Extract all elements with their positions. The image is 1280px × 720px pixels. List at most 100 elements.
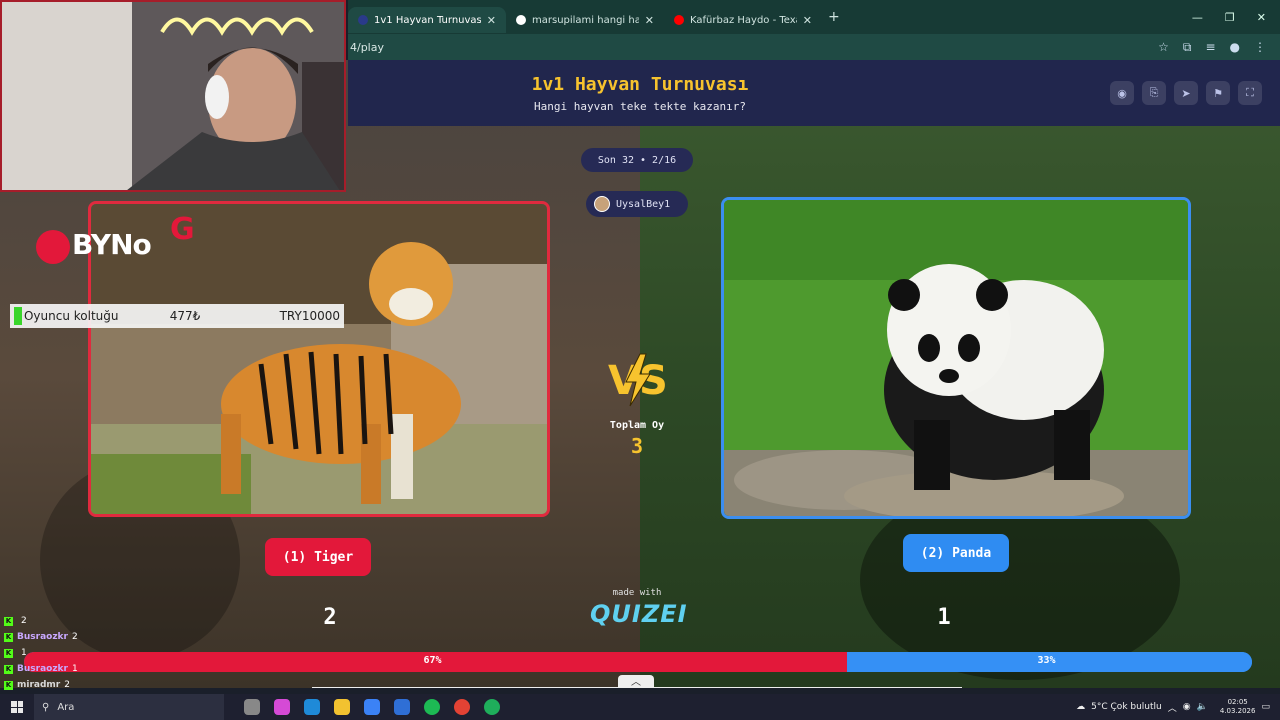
address-bar-icons: ☆ ⧉ ≡ ● ⋮ xyxy=(1158,40,1280,55)
search-placeholder: Ara xyxy=(57,701,75,713)
panda-image xyxy=(724,200,1188,516)
start-button[interactable] xyxy=(0,701,34,713)
fullscreen-icon[interactable]: ⛶ xyxy=(1238,81,1262,105)
edge-icon[interactable] xyxy=(304,699,320,715)
windows-taskbar: ⚲ Ara ☁ 5°C Çok bulutlu ︿ ◉ 🔈 02:05 4.03… xyxy=(0,694,1280,720)
address-bar: 4/play ☆ ⧉ ≡ ● ⋮ xyxy=(348,34,1280,60)
channel-logo: BYNo G xyxy=(36,200,206,270)
tab-title: 1v1 Hayvan Turnuvası - Tier Li xyxy=(374,14,481,26)
chrome-profile-icon[interactable] xyxy=(484,699,500,715)
share-icon[interactable]: ⎘ xyxy=(1142,81,1166,105)
panda-share-label: 33% xyxy=(1037,655,1056,666)
tab-title: Kafürbaz Haydo - Texas - YouTu xyxy=(690,14,797,26)
bookmark-star-icon[interactable]: ☆ xyxy=(1158,40,1169,55)
streamer-webcam-image xyxy=(2,2,344,190)
minimize-icon[interactable]: — xyxy=(1192,11,1203,24)
kick-badge-icon: K xyxy=(4,616,13,626)
browser-tab[interactable]: 1v1 Hayvan Turnuvası - Tier Li ✕ xyxy=(348,7,506,33)
avatar xyxy=(594,196,610,212)
notifications-icon[interactable]: ▭ xyxy=(1261,702,1270,712)
ticker-accent xyxy=(14,307,22,325)
maximize-icon[interactable]: ❐ xyxy=(1225,11,1235,24)
kick-badge-icon: K xyxy=(4,664,13,674)
chat-username: Busraozkr xyxy=(17,632,68,642)
search-icon: ⚲ xyxy=(42,701,50,713)
taskbar-apps xyxy=(244,699,500,715)
task-view-icon[interactable] xyxy=(244,699,260,715)
close-icon[interactable]: ✕ xyxy=(487,14,496,27)
vote-share-bar: 67% 33% xyxy=(24,652,1252,672)
chat-text: 1 xyxy=(21,648,27,658)
ticker-prize: TRY10000 xyxy=(279,309,340,323)
store-icon[interactable] xyxy=(364,699,380,715)
chat-message: K miradmr 2 xyxy=(4,677,124,693)
header-toolbar: ◉ ⎘ ➤ ⚑ ⛶ xyxy=(1110,81,1262,105)
network-icon[interactable]: ◉ xyxy=(1183,702,1191,712)
clock-time: 02:05 xyxy=(1227,698,1248,706)
chat-message: K Busraozkr 2 xyxy=(4,629,124,645)
mail-icon[interactable] xyxy=(394,699,410,715)
tab-favicon-icon xyxy=(674,15,684,25)
spotify-icon[interactable] xyxy=(424,699,440,715)
tab-favicon-icon xyxy=(358,15,368,25)
option-card-panda[interactable] xyxy=(721,197,1191,519)
send-icon[interactable]: ➤ xyxy=(1174,81,1198,105)
logo-emblem-icon xyxy=(36,230,70,264)
flag-icon[interactable]: ⚑ xyxy=(1206,81,1230,105)
chevron-up-icon[interactable]: ︿ xyxy=(618,675,654,688)
browser-tab[interactable]: marsupilami hangi hayvan - Go ✕ xyxy=(506,7,664,33)
clock-date: 4.03.2026 xyxy=(1219,707,1256,715)
total-votes-value: 3 xyxy=(630,434,644,458)
made-with-label: made with xyxy=(612,588,662,598)
choose-panda-button[interactable]: (2) Panda xyxy=(903,534,1009,572)
chat-text: 2 xyxy=(71,632,78,642)
chat-text: 2 xyxy=(64,680,70,690)
system-tray: ☁ 5°C Çok bulutlu ︿ ◉ 🔈 02:05 4.03.2026 … xyxy=(1076,698,1280,716)
taskbar-search[interactable]: ⚲ Ara xyxy=(34,694,224,720)
chat-message: K 1 xyxy=(4,645,124,661)
chat-message: K Busraozkr 1 xyxy=(4,661,124,677)
eye-icon[interactable]: ◉ xyxy=(1110,81,1134,105)
kick-badge-icon: K xyxy=(4,648,13,658)
tray-chevron-icon[interactable]: ︿ xyxy=(1168,701,1177,714)
tiger-share-label: 67% xyxy=(423,655,442,666)
webcam-overlay xyxy=(0,0,346,192)
volume-icon[interactable]: 🔈 xyxy=(1197,702,1208,712)
tab-title: marsupilami hangi hayvan - Go xyxy=(532,14,639,26)
kick-badge-icon: K xyxy=(4,680,13,690)
ticker-price: 477₺ xyxy=(169,309,201,323)
chrome-icon[interactable] xyxy=(454,699,470,715)
new-tab-button[interactable]: + xyxy=(828,9,840,25)
media-icon[interactable]: ≡ xyxy=(1205,40,1215,55)
extensions-icon[interactable]: ⧉ xyxy=(1183,40,1192,55)
chat-username: Busraozkr xyxy=(17,664,68,674)
chat-text: 1 xyxy=(71,664,78,674)
quizei-logo[interactable]: QUIZEI xyxy=(590,600,687,628)
windows-logo-icon xyxy=(11,701,23,713)
weather-icon[interactable]: ☁ xyxy=(1076,702,1085,712)
copilot-icon[interactable] xyxy=(274,699,290,715)
clock[interactable]: 02:05 4.03.2026 xyxy=(1220,698,1256,716)
vs-badge: VS xyxy=(608,353,668,407)
close-icon[interactable]: ✕ xyxy=(803,14,812,27)
choose-tiger-button[interactable]: (1) Tiger xyxy=(265,538,371,576)
user-badge[interactable]: UysalBey1 xyxy=(586,191,688,217)
kick-badge-icon: K xyxy=(4,632,13,642)
chat-message: K 2 xyxy=(4,613,124,629)
profile-icon[interactable]: ● xyxy=(1230,40,1240,55)
browser-tab[interactable]: Kafürbaz Haydo - Texas - YouTu ✕ xyxy=(664,7,822,33)
url-text[interactable]: 4/play xyxy=(348,41,384,54)
close-icon[interactable]: ✕ xyxy=(645,14,654,27)
weather-text[interactable]: 5°C Çok bulutlu xyxy=(1091,702,1162,712)
donation-ticker: Oyuncu koltuğu 477₺ TRY10000 xyxy=(10,304,344,328)
file-explorer-icon[interactable] xyxy=(334,699,350,715)
tiger-vote-count: 2 xyxy=(323,605,337,630)
panda-vote-count: 1 xyxy=(937,605,951,630)
close-window-icon[interactable]: ✕ xyxy=(1257,11,1266,24)
ticker-label: Oyuncu koltuğu xyxy=(23,309,119,323)
window-controls: — ❐ ✕ xyxy=(1192,11,1280,24)
menu-icon[interactable]: ⋮ xyxy=(1254,40,1266,55)
logo-text: BYNo xyxy=(72,228,152,261)
browser-tab-bar: 1v1 Hayvan Turnuvası - Tier Li ✕ marsupi… xyxy=(348,0,1280,34)
tab-favicon-icon xyxy=(516,15,526,25)
